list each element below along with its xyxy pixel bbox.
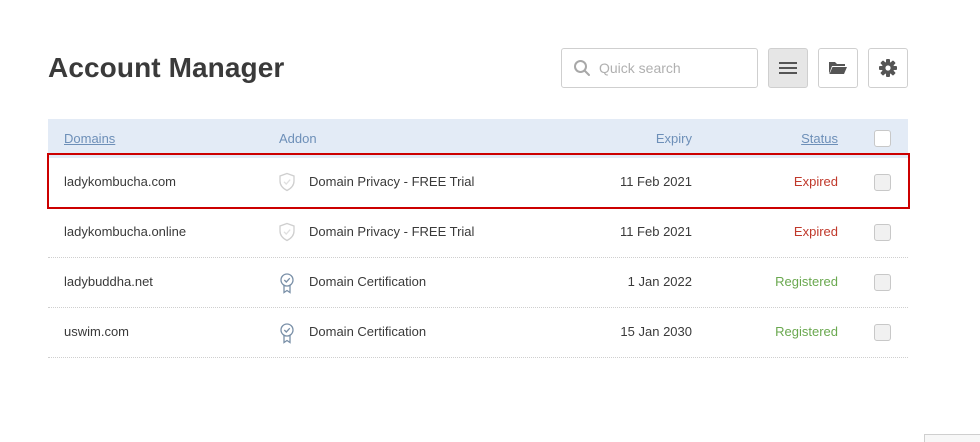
addon-name: Domain Privacy - FREE Trial (309, 174, 475, 189)
expiry-date: 11 Feb 2021 (619, 224, 692, 239)
expiry-date: 11 Feb 2021 (619, 174, 692, 189)
certificate-icon (278, 272, 296, 297)
search-input[interactable] (599, 58, 749, 78)
folder-view-button[interactable] (818, 48, 858, 88)
page-title: Account Manager (48, 52, 285, 83)
expiry-date: 15 Jan 2030 (620, 324, 692, 339)
table-row[interactable]: uswim.com Domain Certification 15 Jan 20… (48, 308, 908, 358)
list-icon (779, 62, 797, 74)
shield-icon (278, 172, 296, 195)
column-header-domains[interactable]: Domains (64, 131, 115, 146)
row-checkbox[interactable] (874, 324, 891, 341)
shield-icon (278, 222, 296, 245)
table-row[interactable]: ladybuddha.net Domain Certification 1 Ja… (48, 258, 908, 308)
certificate-icon (278, 322, 296, 347)
domain-name[interactable]: ladybuddha.net (64, 274, 153, 289)
status-badge: Registered (775, 274, 838, 289)
gear-icon (879, 59, 897, 77)
domain-name[interactable]: ladykombucha.com (64, 174, 176, 189)
domain-name[interactable]: uswim.com (64, 324, 129, 339)
table-row[interactable]: ladykombucha.com Domain Privacy - FREE T… (48, 158, 908, 208)
addon-name: Domain Certification (309, 274, 427, 289)
column-header-expiry[interactable]: Expiry (656, 131, 692, 146)
row-checkbox[interactable] (874, 174, 891, 191)
settings-button[interactable] (868, 48, 908, 88)
list-view-button[interactable] (768, 48, 808, 88)
status-badge: Expired (793, 224, 838, 239)
expiry-date: 1 Jan 2022 (627, 274, 692, 289)
quick-search[interactable] (561, 48, 758, 88)
search-icon (574, 60, 590, 76)
table-row[interactable]: ladykombucha.online Domain Privacy - FRE… (48, 208, 908, 258)
status-badge: Registered (775, 324, 838, 339)
domain-name[interactable]: ladykombucha.online (64, 224, 186, 239)
column-header-status[interactable]: Status (801, 131, 838, 146)
addon-name: Domain Privacy - FREE Trial (309, 224, 475, 239)
status-badge: Expired (793, 174, 838, 189)
folder-icon (829, 62, 847, 74)
domains-table: Domains Addon Expiry Status ladykombucha… (48, 119, 908, 358)
row-checkbox[interactable] (874, 224, 891, 241)
window-corner (924, 434, 980, 442)
select-all-checkbox[interactable] (874, 130, 891, 147)
column-header-addon: Addon (279, 131, 317, 146)
addon-name: Domain Certification (309, 324, 427, 339)
table-header: Domains Addon Expiry Status (48, 119, 908, 158)
row-checkbox[interactable] (874, 274, 891, 291)
